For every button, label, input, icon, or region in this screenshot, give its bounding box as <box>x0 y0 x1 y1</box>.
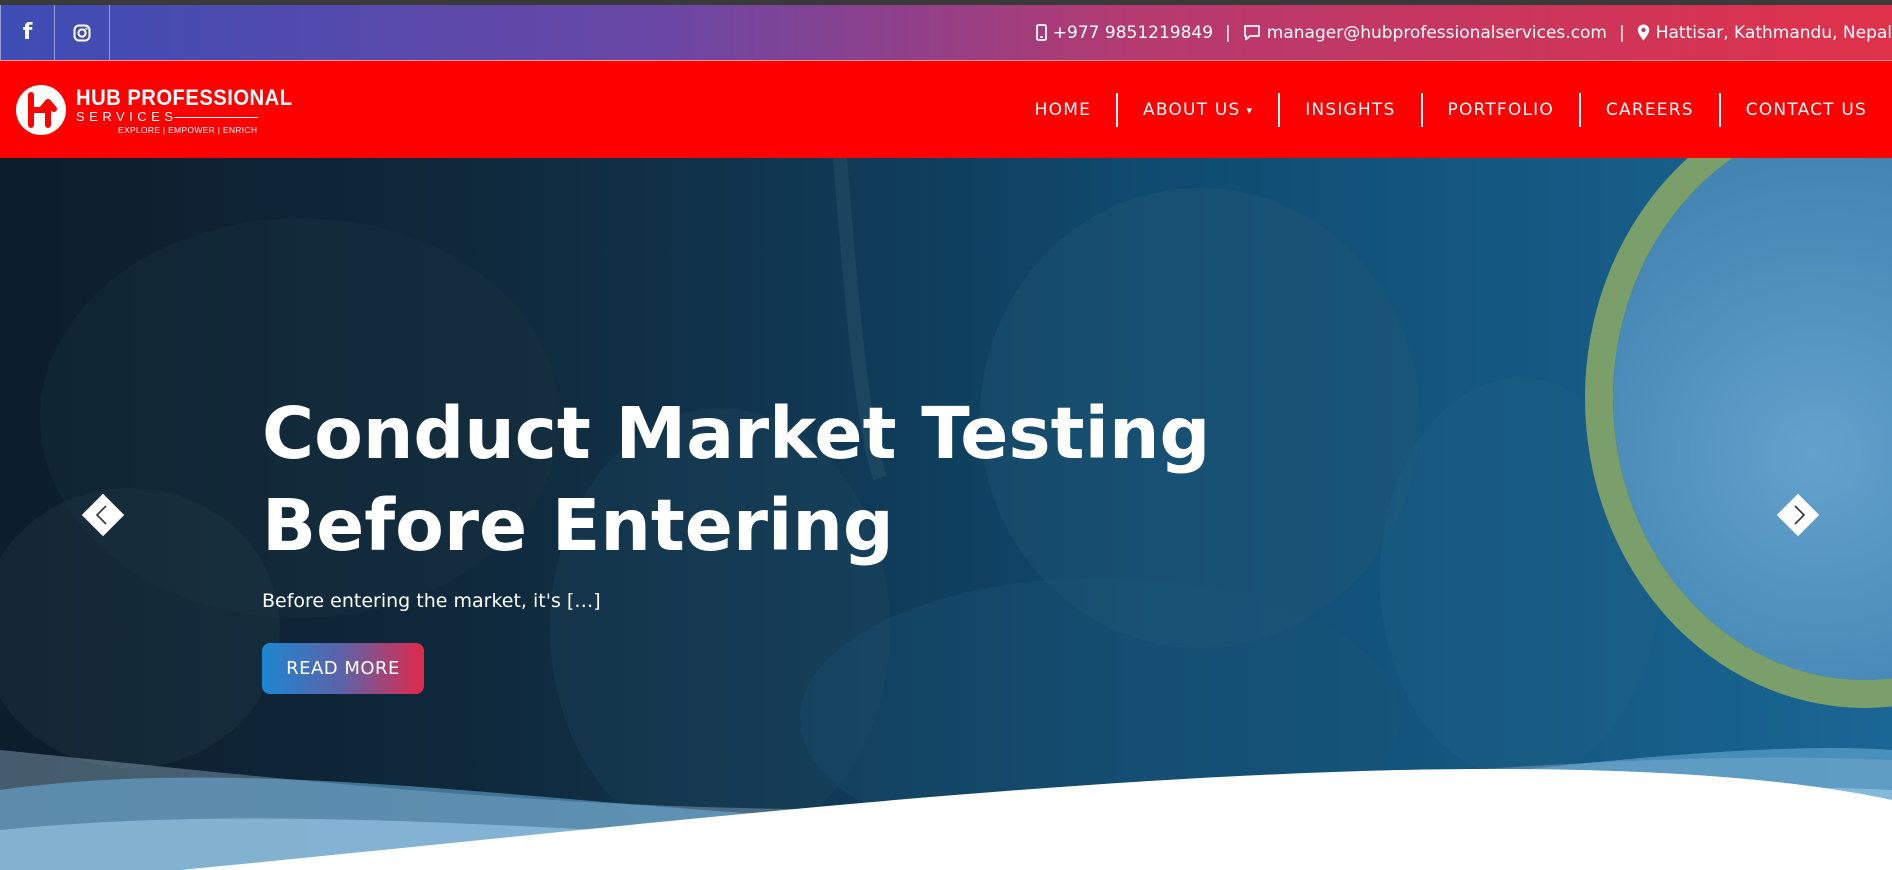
slider-next-button[interactable] <box>1776 493 1820 537</box>
site-logo[interactable]: HUB PROFESSIONAL SERVICES EXPLORE | EMPO… <box>14 81 292 141</box>
hero-wave-divider <box>0 748 1892 870</box>
nav-item-label: INSIGHTS <box>1305 100 1396 120</box>
nav-menu: HOME ABOUT US ▾ INSIGHTS PORTFOLIO CAREE… <box>1010 61 1892 159</box>
map-marker-icon <box>1637 24 1649 41</box>
nav-item-label: CAREERS <box>1605 100 1694 120</box>
instagram-link[interactable] <box>55 5 110 60</box>
nav-item-portfolio[interactable]: PORTFOLIO <box>1420 93 1579 127</box>
nav-item-careers[interactable]: CAREERS <box>1578 93 1719 127</box>
separator: | <box>1225 22 1231 43</box>
email-contact[interactable]: manager@hubprofessionalservices.com <box>1243 23 1607 43</box>
address-contact: Hattisar, Kathmandu, Nepal <box>1637 23 1892 43</box>
logo-tagline: EXPLORE | EMPOWER | ENRICH <box>118 125 258 135</box>
logo-divider <box>174 117 258 118</box>
nav-item-about-us[interactable]: ABOUT US ▾ <box>1116 93 1278 127</box>
nav-item-label: HOME <box>1034 100 1092 120</box>
nav-item-home[interactable]: HOME <box>1010 93 1116 127</box>
nav-item-label: PORTFOLIO <box>1447 100 1554 120</box>
nav-item-label: CONTACT US <box>1745 100 1867 120</box>
hub-logo-icon <box>16 85 66 135</box>
mobile-phone-icon <box>1035 24 1047 41</box>
chevron-down-icon: ▾ <box>1246 103 1254 117</box>
chat-bubble-icon <box>1243 25 1260 41</box>
separator: | <box>1619 22 1625 43</box>
contact-info: +977 9851219849 | manager@hubprofessiona… <box>1035 5 1892 60</box>
phone-contact[interactable]: +977 9851219849 <box>1035 22 1214 43</box>
slider-prev-button[interactable] <box>81 493 125 537</box>
facebook-icon: f <box>22 19 33 45</box>
chevron-left-icon <box>95 505 107 525</box>
facebook-link[interactable]: f <box>0 5 55 60</box>
top-contact-bar: f +977 9851219849 | manager@hubprofessio… <box>0 5 1892 60</box>
nav-item-contact-us[interactable]: CONTACT US <box>1718 93 1892 127</box>
nav-item-insights[interactable]: INSIGHTS <box>1278 93 1420 127</box>
phone-number: +977 9851219849 <box>1052 22 1214 43</box>
chevron-right-icon <box>1794 505 1806 525</box>
hero-slider: Conduct Market Testing Before Entering B… <box>0 158 1892 870</box>
logo-subtitle: SERVICES <box>76 109 178 124</box>
logo-title: HUB PROFESSIONAL <box>76 85 293 110</box>
hero-title: Conduct Market Testing Before Entering <box>262 392 1211 567</box>
main-navbar: HUB PROFESSIONAL SERVICES EXPLORE | EMPO… <box>0 60 1892 158</box>
nav-item-label: ABOUT US <box>1143 100 1241 120</box>
hero-description: Before entering the market, it's […] <box>262 590 601 612</box>
read-more-button[interactable]: READ MORE <box>262 643 424 694</box>
instagram-icon <box>73 24 91 41</box>
email-address: manager@hubprofessionalservices.com <box>1266 22 1607 43</box>
address-text: Hattisar, Kathmandu, Nepal <box>1655 22 1892 43</box>
